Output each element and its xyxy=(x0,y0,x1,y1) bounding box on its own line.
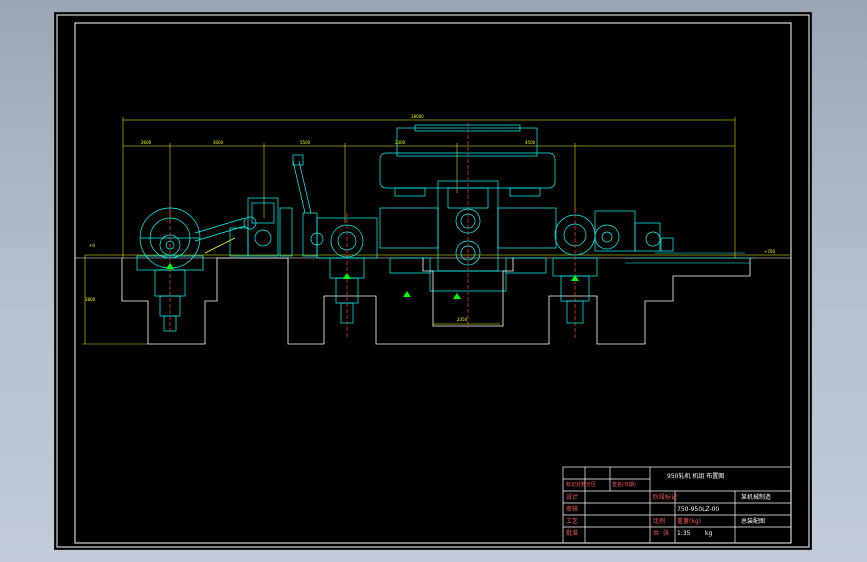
tb-right-bottom: 总装配图 xyxy=(741,518,766,525)
tb-scale: 1:35 xyxy=(677,530,691,537)
tb-label-designer: 设计 xyxy=(566,494,579,501)
tb-label-sheet: 张 xyxy=(663,530,670,537)
dim-seg1-text: 2600 xyxy=(141,140,152,145)
dim-seg3-text: 5500 xyxy=(300,140,311,145)
dim-mill-pit-text: 2350 xyxy=(457,317,468,322)
dim-seg2-text: 3000 xyxy=(213,140,224,145)
dim-right-gauge: +700 xyxy=(764,249,775,254)
tb-label-date: 签名(日期) xyxy=(612,482,636,488)
tb-label-process: 工艺 xyxy=(566,518,579,525)
tb-label-approve: 批准 xyxy=(566,530,579,537)
tb-label-sign: 标记处数分区 xyxy=(566,482,597,488)
tb-drawing-name: 950轧机 机组 布置图 xyxy=(667,473,725,480)
tb-label-scale: 比例 xyxy=(653,518,666,525)
drawing-sheet: 18000 2600 3000 5500 2300 4500 +0 +700 2… xyxy=(54,12,812,550)
dim-overall-text: 18000 xyxy=(411,114,424,119)
tb-label-weight: 重量(kg) xyxy=(677,518,701,525)
exit-runout-table xyxy=(625,252,755,264)
tb-label-stage: 阶段标记 xyxy=(653,494,678,501)
tb-weight-unit: kg xyxy=(705,530,713,537)
cad-drawing-canvas xyxy=(56,14,810,548)
tb-right-top: 某机械制造 xyxy=(741,494,772,501)
tb-label-total: 共 xyxy=(653,530,660,537)
main-mill-stand xyxy=(379,123,557,328)
right-tension-reel xyxy=(552,208,620,338)
left-deflector xyxy=(194,216,257,257)
left-uncoiler xyxy=(136,207,204,333)
right-drive-unit xyxy=(594,210,674,252)
dim-pit-depth: 2800 xyxy=(85,297,96,302)
dim-seg4-text: 2300 xyxy=(395,140,406,145)
dim-seg5-text: 4500 xyxy=(525,140,536,145)
left-tension-reel xyxy=(310,213,378,338)
tb-label-checker: 审核 xyxy=(566,506,579,513)
dim-left-gauge: +0 xyxy=(89,243,95,248)
ground-markers xyxy=(166,263,579,299)
entry-pinch-stand xyxy=(247,154,318,257)
tb-drawing-no: 750-950LZ-00 xyxy=(677,506,720,513)
